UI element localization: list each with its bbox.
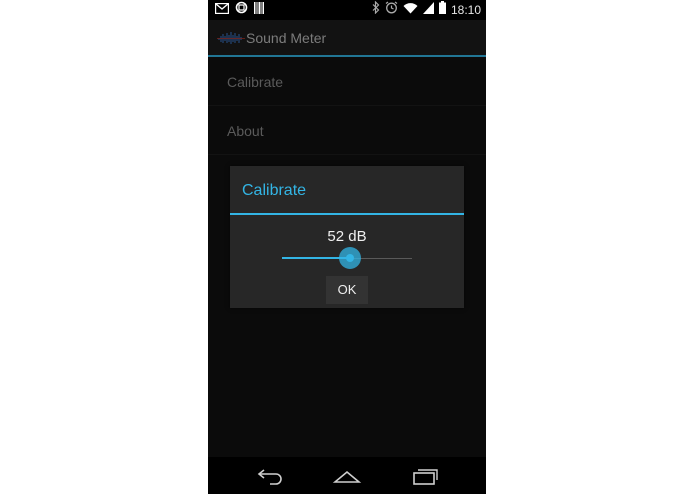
gmail-icon [214, 1, 230, 19]
db-value-label: 52 dB [327, 228, 367, 245]
slider-thumb[interactable] [339, 247, 361, 269]
calibrate-dialog: Calibrate 52 dB OK [230, 166, 464, 308]
wifi-icon [403, 1, 418, 19]
phone-screen: 18:10 Sound Meter Calibrate About Calibr… [208, 0, 486, 494]
clock: 18:10 [450, 3, 481, 17]
bluetooth-icon [372, 0, 380, 19]
circle-app-icon [235, 1, 248, 19]
recent-apps-icon[interactable] [410, 467, 440, 485]
system-icons: 18:10 [372, 0, 481, 19]
calibration-slider[interactable] [282, 247, 412, 271]
battery-icon [438, 1, 446, 19]
barcode-icon [254, 1, 264, 19]
dialog-title: Calibrate [242, 182, 307, 199]
back-icon[interactable] [256, 467, 286, 485]
alarm-icon [385, 1, 398, 19]
navigation-bar [208, 457, 486, 494]
home-icon[interactable] [332, 467, 362, 485]
status-bar: 18:10 [208, 0, 486, 20]
dialog-header: Calibrate [230, 166, 464, 215]
notification-icons [214, 1, 264, 19]
signal-icon [422, 1, 434, 19]
ok-button[interactable]: OK [326, 276, 368, 304]
